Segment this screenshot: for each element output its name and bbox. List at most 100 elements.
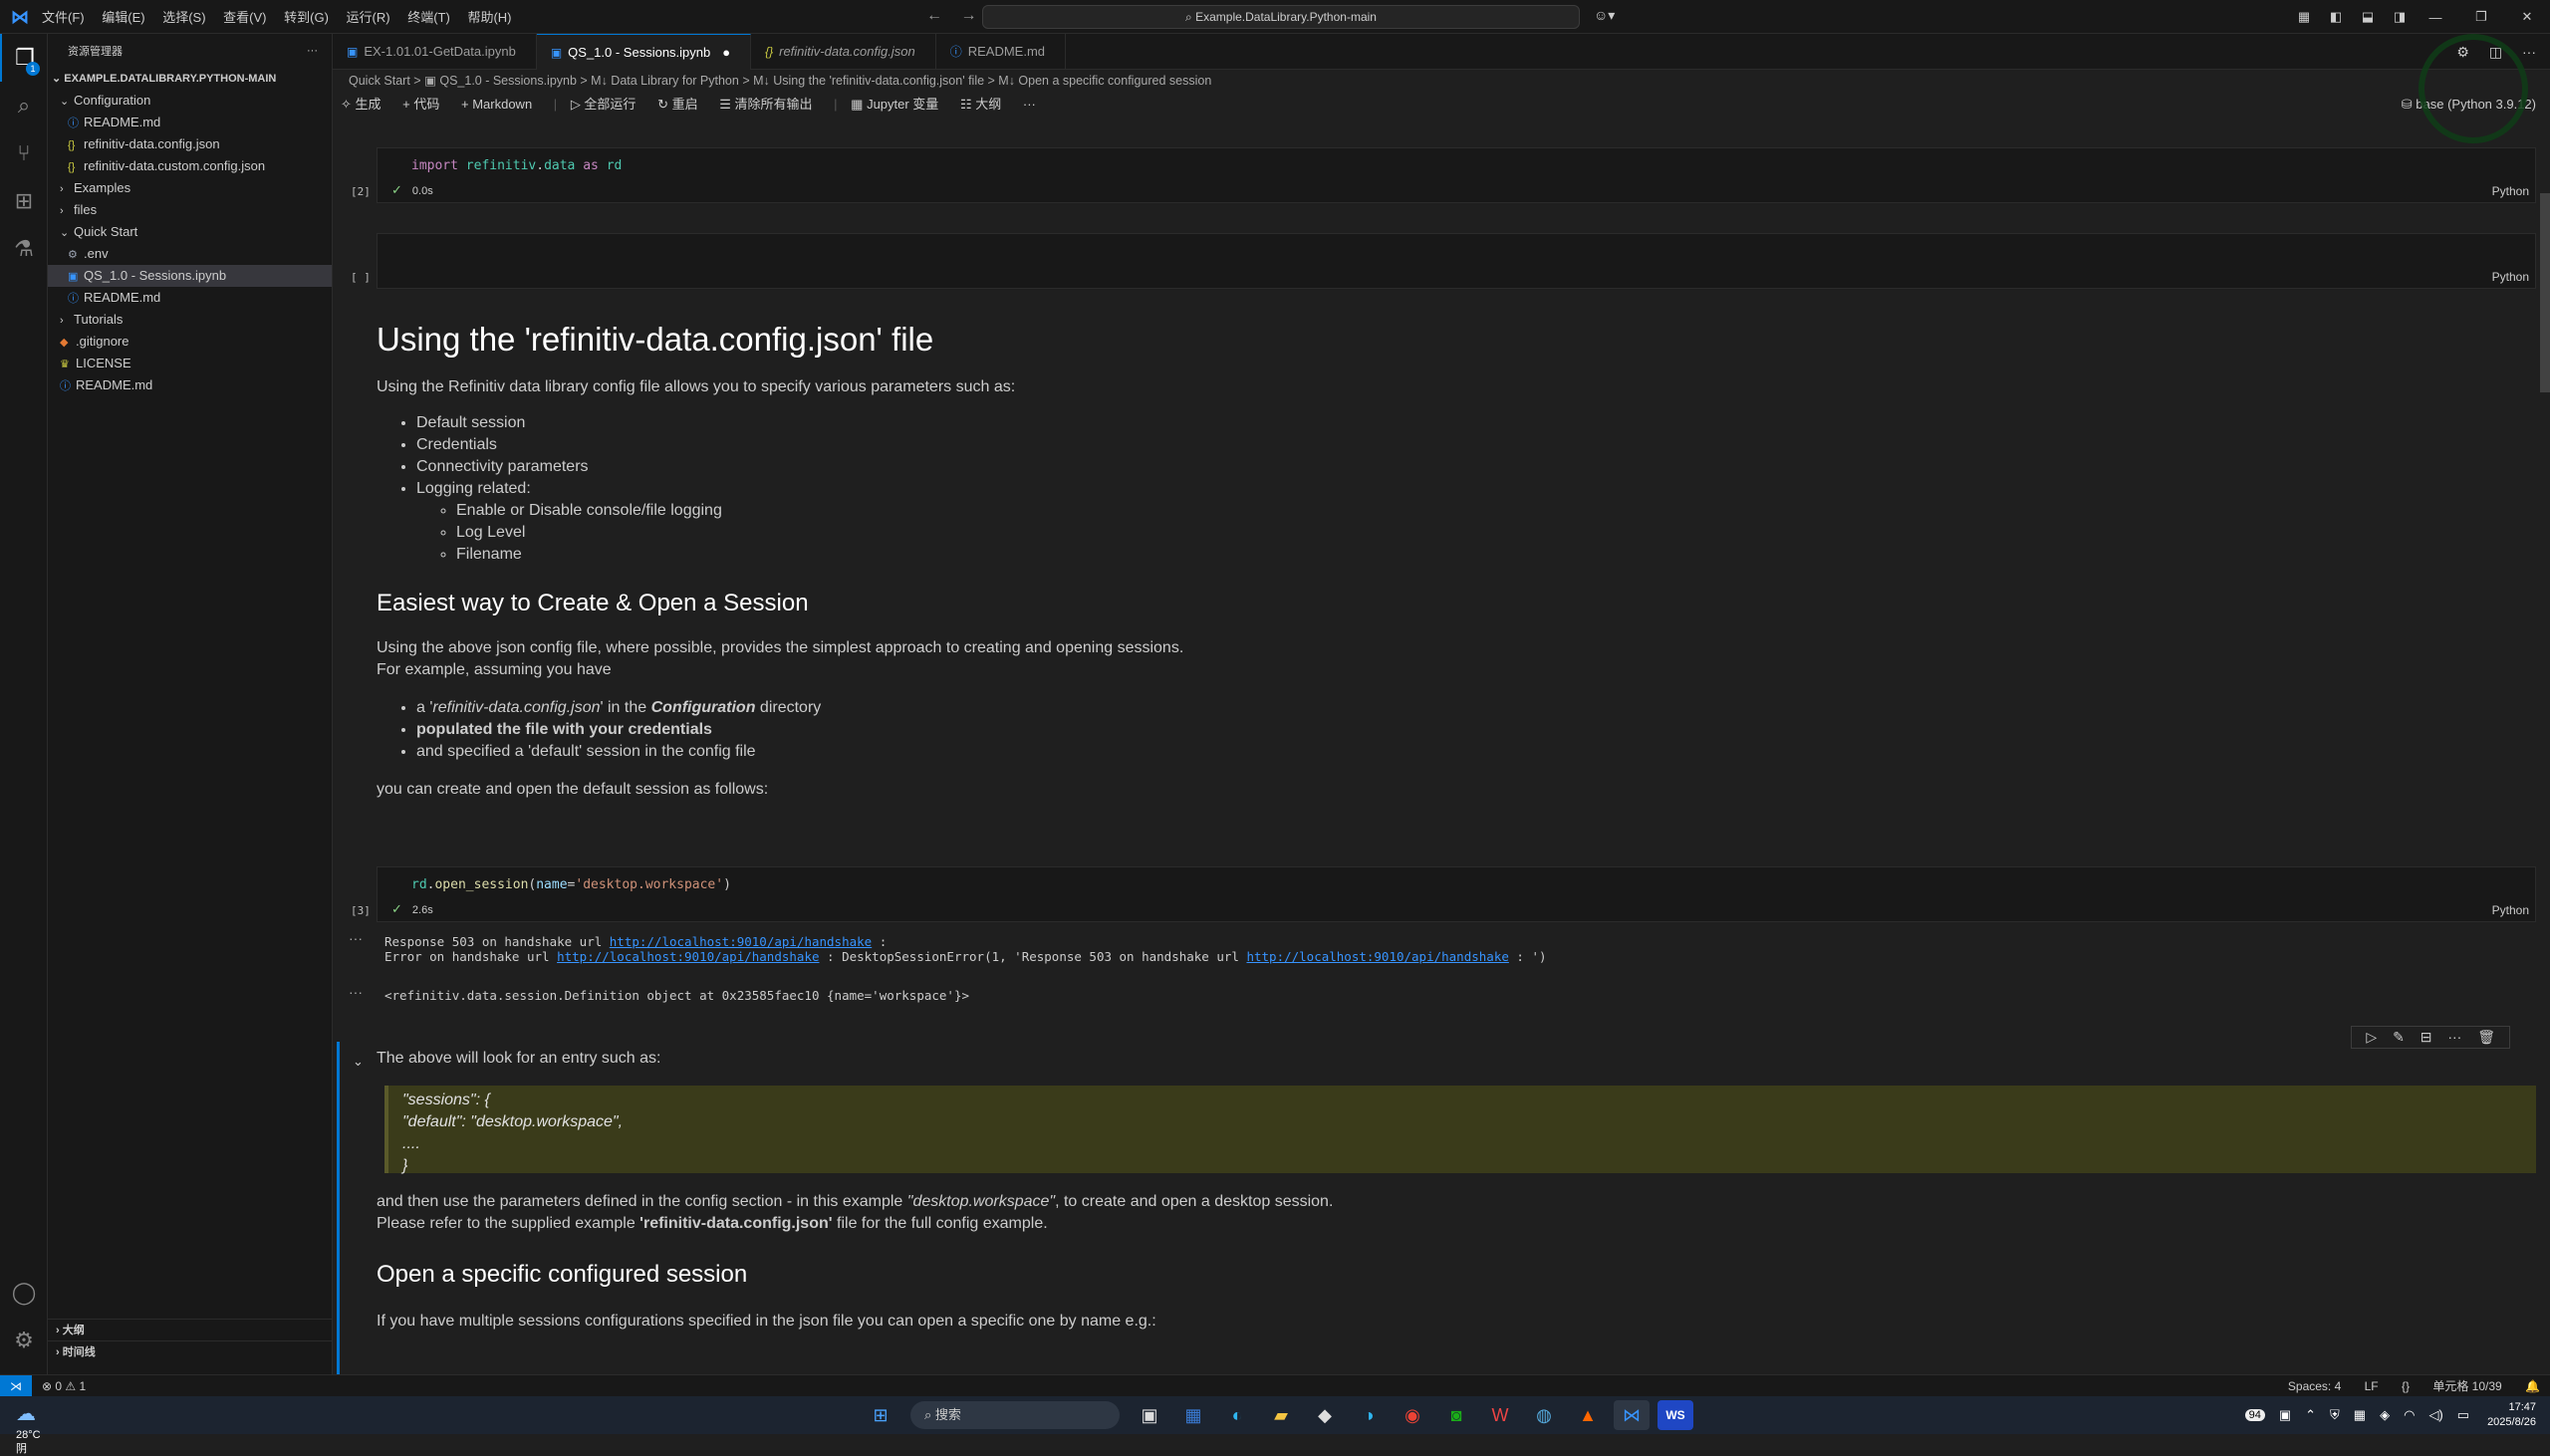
outline-panel-header[interactable]: › 大纲 (48, 1319, 333, 1340)
run-cell-icon[interactable]: ▷ (2366, 1029, 2377, 1045)
handshake-link[interactable]: http://localhost:9010/api/handshake (557, 949, 819, 964)
close-icon[interactable]: ✕ (2504, 9, 2550, 25)
collapse-chevron-icon[interactable]: ⌄ (353, 1054, 364, 1070)
testing-icon[interactable]: ⚗ (0, 225, 48, 273)
tray-app-icon[interactable]: ◈ (2380, 1407, 2390, 1423)
settings-gear-icon[interactable]: ⚙ (0, 1317, 48, 1364)
code-cell-empty[interactable]: Python (377, 233, 2536, 289)
breadcrumb[interactable]: Quick Start > ▣ QS_1.0 - Sessions.ipynb … (333, 70, 2550, 92)
edit-cell-icon[interactable]: ✎ (2393, 1029, 2405, 1045)
clock[interactable]: 17:47 2025/8/26 (2487, 1400, 2536, 1430)
tray-badge[interactable]: 94 (2244, 1409, 2265, 1421)
tab-sessions[interactable]: ▣ QS_1.0 - Sessions.ipynb ● (536, 34, 752, 70)
shield-icon[interactable]: ⛨ (2330, 1407, 2340, 1423)
more-actions-icon[interactable]: ··· (1023, 97, 1036, 112)
end-of-line[interactable]: LF (2365, 1379, 2379, 1393)
menu-help[interactable]: 帮助(H) (467, 10, 511, 25)
tree-item[interactable]: ⚙ .env (48, 243, 332, 265)
tree-item[interactable]: › Tutorials (48, 309, 332, 331)
tab-getdata[interactable]: ▣ EX-1.01.01-GetData.ipynb (333, 34, 537, 70)
chevron-up-icon[interactable]: ⌃ (2305, 1407, 2316, 1423)
cell-language[interactable]: Python (2492, 184, 2529, 198)
tree-item[interactable]: {} refinitiv-data.config.json (48, 133, 332, 155)
toggle-sidebar-icon[interactable]: ◧ (2323, 9, 2349, 25)
tree-item[interactable]: ⓘ README.md (48, 287, 332, 309)
code-line[interactable]: rd.open_session(name='desktop.workspace'… (411, 877, 731, 892)
tree-item[interactable]: ⓘ README.md (48, 374, 332, 396)
output-more-icon[interactable]: ··· (349, 930, 363, 946)
menu-file[interactable]: 文件(F) (42, 10, 85, 25)
cursor-app-icon[interactable]: ◆ (1307, 1400, 1343, 1430)
command-center-search[interactable]: ⌕ Example.DataLibrary.Python-main (982, 5, 1580, 29)
tray-app-icon[interactable]: ▦ (2354, 1407, 2366, 1423)
markdown-cell[interactable]: Using the 'refinitiv-data.config.json' f… (377, 321, 2468, 801)
layout-customize-icon[interactable]: ▦ (2291, 9, 2317, 25)
volume-icon[interactable]: ◁) (2428, 1407, 2442, 1423)
tree-item[interactable]: ♛ LICENSE (48, 353, 332, 374)
remote-icon[interactable]: ⋊ (0, 1374, 32, 1397)
scrollbar[interactable] (2540, 193, 2550, 392)
minimize-icon[interactable]: — (2413, 10, 2458, 25)
more-actions-icon[interactable]: ··· (307, 45, 318, 57)
generate-button[interactable]: ✧ 生成 (341, 97, 382, 112)
menu-selection[interactable]: 选择(S) (162, 10, 205, 25)
edge-icon[interactable]: ◐ (1219, 1400, 1255, 1430)
outline-button[interactable]: ☷ 大纲 (960, 97, 1001, 112)
more-actions-icon[interactable]: ··· (2447, 1029, 2461, 1045)
extensions-icon[interactable]: ⊞ (0, 177, 48, 225)
copilot-icon[interactable]: ☺▾ (1594, 7, 1615, 24)
forward-arrow-icon[interactable]: → (960, 7, 976, 24)
menu-view[interactable]: 查看(V) (223, 10, 266, 25)
timeline-panel-header[interactable]: › 时间线 (48, 1340, 333, 1362)
cell-language[interactable]: Python (2492, 903, 2529, 917)
store-icon[interactable]: ▦ (1175, 1400, 1211, 1430)
wps-icon[interactable]: W (1482, 1400, 1518, 1430)
menu-edit[interactable]: 编辑(E) (102, 10, 144, 25)
wifi-icon[interactable]: ◠ (2404, 1407, 2415, 1423)
brave-icon[interactable]: ▲ (1570, 1400, 1606, 1430)
unsaved-dot-icon[interactable]: ● (722, 45, 730, 60)
wechat-icon[interactable]: ◙ (1438, 1400, 1474, 1430)
search-icon[interactable]: ⌕ (0, 82, 48, 129)
app-icon[interactable]: ◍ (1526, 1400, 1562, 1430)
tree-item[interactable]: {} refinitiv-data.custom.config.json (48, 155, 332, 177)
back-arrow-icon[interactable]: ← (926, 7, 942, 24)
windows-start-icon[interactable]: ⊞ (863, 1400, 898, 1430)
tree-item[interactable]: ◆ .gitignore (48, 331, 332, 353)
toggle-panel-icon[interactable]: ⬓ (2355, 9, 2381, 25)
account-icon[interactable]: ◯ (0, 1269, 48, 1317)
handshake-link[interactable]: http://localhost:9010/api/handshake (1246, 949, 1508, 964)
tree-item[interactable]: ⌄ Configuration (48, 90, 332, 112)
menu-run[interactable]: 运行(R) (347, 10, 390, 25)
markdown-cell-continued[interactable]: and then use the parameters defined in t… (377, 1191, 2518, 1333)
menu-go[interactable]: 转到(G) (284, 10, 329, 25)
explorer-icon[interactable]: ❐ (0, 34, 48, 82)
indentation[interactable]: Spaces: 4 (2288, 1379, 2341, 1393)
tree-item[interactable]: › files (48, 199, 332, 221)
tab-readme[interactable]: ⓘ README.md (936, 34, 1067, 70)
toggle-secondary-sidebar-icon[interactable]: ◨ (2387, 9, 2413, 25)
add-markdown-button[interactable]: + Markdown (461, 97, 532, 112)
restore-icon[interactable]: ❐ (2458, 9, 2504, 25)
workspace-root[interactable]: ⌄ EXAMPLE.DATALIBRARY.PYTHON-MAIN (48, 68, 332, 90)
menu-terminal[interactable]: 终端(T) (407, 10, 450, 25)
file-explorer-icon[interactable]: ▰ (1263, 1400, 1299, 1430)
split-cell-icon[interactable]: ⊟ (2421, 1029, 2432, 1045)
clear-outputs-button[interactable]: ☰ 清除所有输出 (719, 97, 812, 112)
cell-language[interactable]: Python (2492, 270, 2529, 284)
cell-position[interactable]: 单元格 10/39 (2432, 1379, 2501, 1393)
braces-icon[interactable]: {} (2402, 1379, 2410, 1393)
tree-item[interactable]: ⓘ README.md (48, 112, 332, 133)
delete-cell-icon[interactable]: 🗑 (2477, 1029, 2495, 1045)
restart-button[interactable]: ↻ 重启 (657, 97, 698, 112)
more-actions-icon[interactable]: ··· (2522, 44, 2536, 60)
weather-widget[interactable]: ☁ 28°C 阴 (16, 1400, 44, 1456)
problems-indicator[interactable]: ⊗ 0 ⚠ 1 (42, 1379, 86, 1393)
task-view-icon[interactable]: ▣ (1132, 1400, 1167, 1430)
code-line[interactable]: import refinitiv.data as rd (411, 158, 622, 173)
taskbar-search[interactable]: ⌕ 搜索 (910, 1401, 1120, 1429)
browser-icon[interactable]: ◑ (1351, 1400, 1387, 1430)
output-more-icon[interactable]: ··· (349, 984, 363, 1000)
handshake-link[interactable]: http://localhost:9010/api/handshake (610, 934, 872, 949)
jupyter-variables-button[interactable]: ▦ Jupyter 变量 (851, 97, 938, 112)
